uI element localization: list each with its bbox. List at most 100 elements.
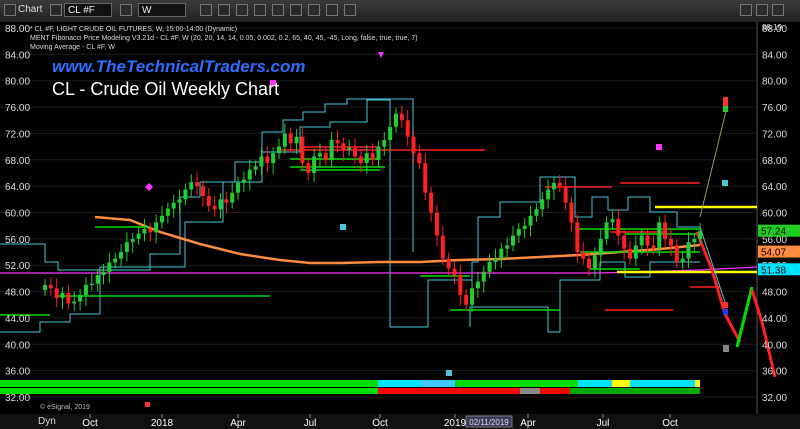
candle-body xyxy=(563,186,568,203)
candle-body xyxy=(464,294,469,305)
candle-body xyxy=(522,225,527,229)
candle-body xyxy=(72,301,77,304)
x-tick-label: Oct xyxy=(662,418,678,429)
candle-body xyxy=(569,202,574,223)
candle-body xyxy=(551,182,556,190)
y-tick-label-left: 36.00 xyxy=(762,367,787,378)
crosshair-icon[interactable] xyxy=(254,4,266,16)
zoom-in-icon[interactable] xyxy=(218,4,230,16)
candle-body xyxy=(628,248,632,259)
candle-body xyxy=(557,182,562,187)
study-icon[interactable] xyxy=(308,4,320,16)
y-tick-label-left: 44.00 xyxy=(762,314,787,325)
candle-body xyxy=(259,156,264,167)
template-icon[interactable] xyxy=(326,4,338,16)
interval-input[interactable]: W xyxy=(138,3,186,17)
y-tick-label-left: 80.00 xyxy=(762,77,787,88)
window-minimize-icon[interactable] xyxy=(740,4,752,16)
candle-body xyxy=(388,126,393,141)
x-cursor-label: 02/11/2019 xyxy=(469,418,509,427)
candle-body xyxy=(323,153,328,160)
price-label-text: 54.07 xyxy=(761,248,786,259)
candle-body xyxy=(212,205,217,210)
candle-body xyxy=(277,146,281,154)
watermark-link[interactable]: www.TheTechnicalTraders.com xyxy=(52,57,306,76)
zoom-out-icon[interactable] xyxy=(236,4,248,16)
candle-body xyxy=(294,136,299,144)
candle-body xyxy=(470,288,475,305)
chart-toolbar: Chart CL #F W xyxy=(0,0,800,23)
candle-body xyxy=(107,262,112,272)
x-tick-label: Jul xyxy=(304,418,317,429)
y-tick-label-right: 76.00 xyxy=(5,103,30,114)
symbol-list-icon[interactable] xyxy=(120,4,132,16)
candle-body xyxy=(475,281,480,289)
signal-bar-bottom xyxy=(520,388,540,394)
draw-tool-icon[interactable] xyxy=(272,4,284,16)
candle-body xyxy=(493,258,498,262)
candle-body xyxy=(113,258,118,263)
candle-body xyxy=(300,136,305,164)
x-tick-label: 2018 xyxy=(151,418,174,429)
candle-body xyxy=(200,186,205,197)
link-icon[interactable] xyxy=(50,4,62,16)
candle-body xyxy=(195,182,200,187)
candle-body xyxy=(499,248,504,259)
candle-body xyxy=(142,228,147,234)
info-line-3: Moving Average - CL #F, W xyxy=(30,44,115,51)
chart-style-icon[interactable] xyxy=(200,4,212,16)
time-axis: Oct 2018 Apr Jul Oct 2019 Apr Jul Oct 02/11/2019 xyxy=(0,414,800,429)
candle-body xyxy=(358,156,363,164)
candle-body xyxy=(124,242,129,253)
candle-body xyxy=(680,258,685,262)
window-maximize-icon[interactable] xyxy=(756,4,768,16)
candle-body xyxy=(417,153,422,164)
candle-body xyxy=(218,199,223,210)
candle-body xyxy=(83,284,88,295)
candle-body xyxy=(271,153,276,164)
y-tick-label-left: 72.00 xyxy=(762,129,787,140)
candle-body xyxy=(288,133,293,144)
signal-dot xyxy=(145,402,150,407)
chart-menu-icon[interactable] xyxy=(4,4,16,16)
price-label-text: 51.38 xyxy=(761,265,786,276)
candle-body xyxy=(622,235,627,249)
candle-body xyxy=(598,238,603,256)
candle-body xyxy=(189,182,194,190)
candle-body xyxy=(364,153,369,164)
signal-bar-top xyxy=(630,380,695,387)
candle-body xyxy=(616,219,621,236)
candle-body xyxy=(160,215,164,223)
settings-icon[interactable] xyxy=(344,4,356,16)
candle-body xyxy=(657,222,662,249)
candle-body xyxy=(411,136,416,154)
signal-bar-top xyxy=(0,380,378,387)
signal-dot xyxy=(340,224,346,230)
candle-body xyxy=(253,166,258,170)
signal-bar-top xyxy=(695,380,700,387)
candle-body xyxy=(686,242,691,259)
candle-body xyxy=(43,284,47,291)
candle-body xyxy=(183,189,188,200)
candle-body xyxy=(610,219,615,223)
candle-body xyxy=(505,245,510,249)
info-line-2: MENT Fibonacci Price Modeling V3.21d - C… xyxy=(30,35,418,42)
signal-bar-top xyxy=(612,380,630,387)
target-marker xyxy=(723,302,728,308)
info-line-1: * CL #F, LIGHT CRUDE OIL FUTURES, W, 15:… xyxy=(30,26,237,33)
candle-body xyxy=(89,283,94,285)
app-label: Chart xyxy=(18,4,43,15)
window-close-icon[interactable] xyxy=(772,4,784,16)
y-tick-label-right: 56.00 xyxy=(5,235,30,246)
text-tool-icon[interactable] xyxy=(290,4,302,16)
candle-body xyxy=(446,258,451,269)
candle-body xyxy=(312,156,317,173)
y-tick-label-left: 32.00 xyxy=(762,393,787,404)
price-chart[interactable]: 88.0088.0084.0084.0080.0080.0076.0076.00… xyxy=(0,22,800,429)
candle-body xyxy=(165,208,170,216)
symbol-input[interactable]: CL #F xyxy=(64,3,112,17)
candle-body xyxy=(587,258,592,269)
candle-body xyxy=(130,238,135,243)
candle-body xyxy=(452,268,457,276)
candle-body xyxy=(236,182,241,193)
